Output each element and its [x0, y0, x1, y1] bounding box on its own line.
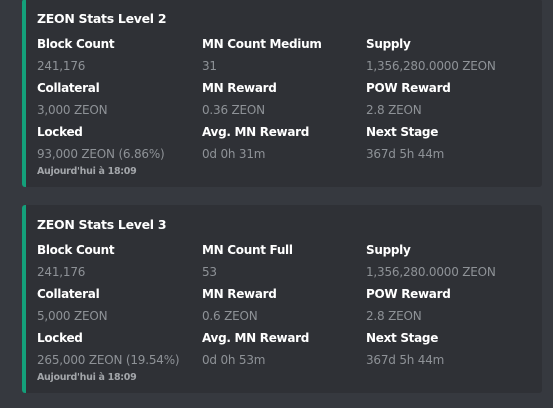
embed-title: ZEON Stats Level 2 — [37, 11, 167, 26]
field-name: Block Count — [37, 243, 115, 257]
embed-field: Collateral 5,000 ZEON — [37, 286, 197, 323]
embed-title: ZEON Stats Level 3 — [37, 217, 167, 232]
field-value: 0.36 ZEON — [202, 103, 265, 117]
field-value: 1,356,280.0000 ZEON — [366, 59, 496, 73]
field-name: Next Stage — [366, 125, 439, 139]
embed-field: Next Stage 367d 5h 44m — [366, 124, 526, 161]
field-name: MN Count Medium — [202, 37, 322, 51]
embed-field: MN Reward 0.6 ZEON — [202, 286, 362, 323]
field-name: MN Reward — [202, 81, 277, 95]
field-name: Supply — [366, 37, 411, 51]
field-name: Collateral — [37, 287, 100, 301]
field-name: Locked — [37, 125, 83, 139]
embed-field: Next Stage 367d 5h 44m — [366, 330, 526, 367]
field-value: 367d 5h 44m — [366, 353, 445, 367]
field-value: 93,000 ZEON (6.86%) — [37, 147, 165, 161]
embed-field: Block Count 241,176 — [37, 242, 197, 279]
field-value: 241,176 — [37, 59, 86, 73]
embed-field: POW Reward 2.8 ZEON — [366, 286, 526, 323]
embed-field: Avg. MN Reward 0d 0h 31m — [202, 124, 362, 161]
field-value: 53 — [202, 265, 217, 279]
embed-field: MN Reward 0.36 ZEON — [202, 80, 362, 117]
field-value: 2.8 ZEON — [366, 309, 422, 323]
field-name: Avg. MN Reward — [202, 125, 310, 139]
field-name: Avg. MN Reward — [202, 331, 310, 345]
field-name: Next Stage — [366, 331, 439, 345]
field-value: 0.6 ZEON — [202, 309, 258, 323]
embed-field: MN Count Full 53 — [202, 242, 362, 279]
field-name: Supply — [366, 243, 411, 257]
embed-field: MN Count Medium 31 — [202, 36, 362, 73]
stats-embed: ZEON Stats Level 2 Block Count 241,176 M… — [22, 0, 542, 187]
embed-field: Avg. MN Reward 0d 0h 53m — [202, 330, 362, 367]
field-value: 367d 5h 44m — [366, 147, 445, 161]
embed-field: Collateral 3,000 ZEON — [37, 80, 197, 117]
field-name: POW Reward — [366, 81, 451, 95]
embed-timestamp: Aujourd'hui à 18:09 — [37, 372, 137, 383]
field-name: Collateral — [37, 81, 100, 95]
stats-embed: ZEON Stats Level 3 Block Count 241,176 M… — [22, 205, 542, 393]
embed-field: POW Reward 2.8 ZEON — [366, 80, 526, 117]
field-value: 3,000 ZEON — [37, 103, 108, 117]
embed-field: Block Count 241,176 — [37, 36, 197, 73]
field-value: 5,000 ZEON — [37, 309, 108, 323]
field-name: MN Count Full — [202, 243, 293, 257]
field-value: 265,000 ZEON (19.54%) — [37, 353, 180, 367]
field-name: POW Reward — [366, 287, 451, 301]
field-value: 2.8 ZEON — [366, 103, 422, 117]
field-name: Locked — [37, 331, 83, 345]
field-value: 1,356,280.0000 ZEON — [366, 265, 496, 279]
field-value: 241,176 — [37, 265, 86, 279]
embed-field: Locked 93,000 ZEON (6.86%) — [37, 124, 197, 161]
embed-field: Supply 1,356,280.0000 ZEON — [366, 242, 526, 279]
field-name: Block Count — [37, 37, 115, 51]
field-value: 0d 0h 53m — [202, 353, 266, 367]
field-value: 31 — [202, 59, 217, 73]
embed-field: Supply 1,356,280.0000 ZEON — [366, 36, 526, 73]
field-name: MN Reward — [202, 287, 277, 301]
embed-timestamp: Aujourd'hui à 18:09 — [37, 166, 137, 177]
field-value: 0d 0h 31m — [202, 147, 266, 161]
embed-field: Locked 265,000 ZEON (19.54%) — [37, 330, 197, 367]
